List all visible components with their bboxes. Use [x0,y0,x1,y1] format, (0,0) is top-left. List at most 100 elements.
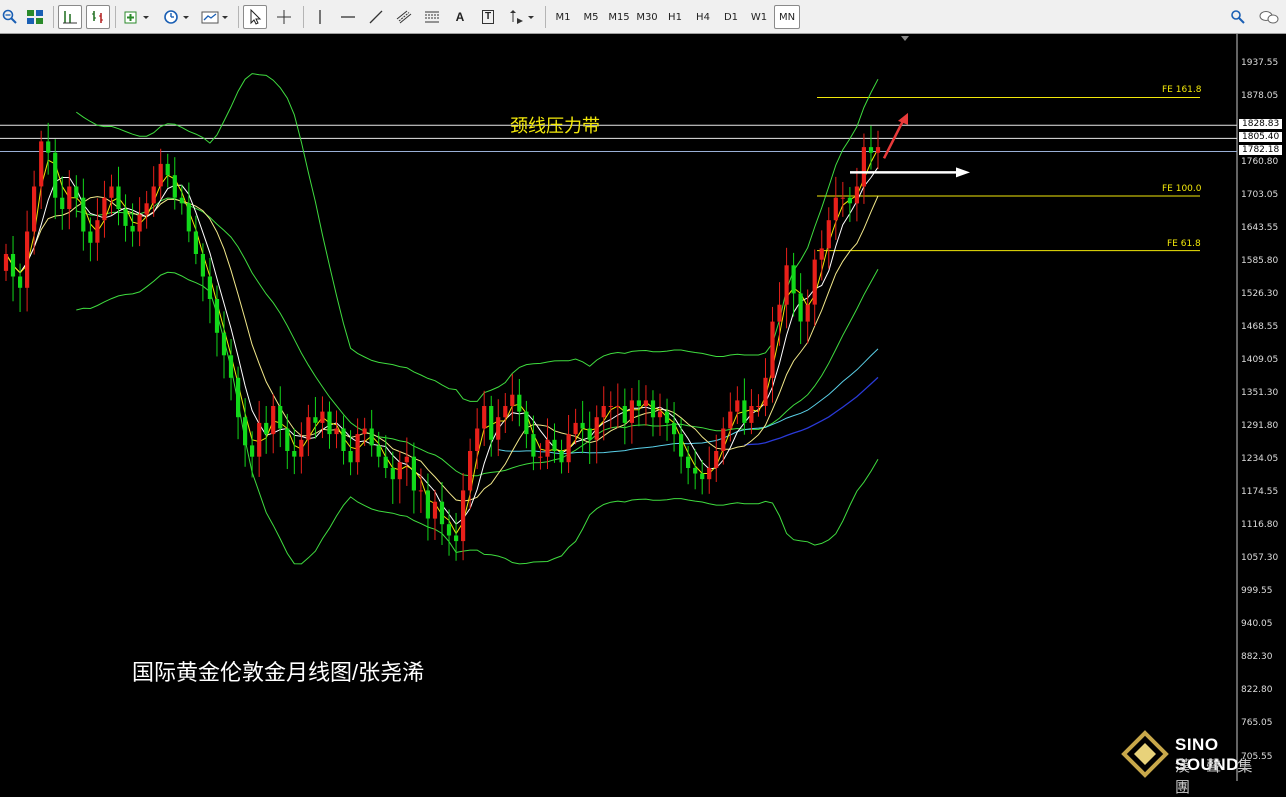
timeframe-h1-button[interactable]: H1 [662,5,688,29]
price-axis-label: 940.05 [1241,619,1273,630]
candle-body [264,422,269,435]
candle-body [791,265,796,294]
candle-body [650,400,656,418]
candle-body [587,428,592,440]
candle-body [292,451,297,457]
candle-body [3,254,9,271]
candle-body [341,428,346,451]
candle-body [200,254,205,277]
chat-icon[interactable] [1256,5,1282,29]
candle-body [271,406,276,435]
price-axis-label: 1703.05 [1241,190,1279,200]
candle-body [130,225,135,232]
template-icon[interactable] [198,5,232,29]
candle-body [383,456,388,468]
candle-body [636,400,641,406]
candle-body [826,220,831,249]
bar-chart-icon[interactable] [86,5,110,29]
candle-body [285,428,290,451]
text-label-glyph: T [481,10,495,24]
trend-line-icon[interactable] [364,5,388,29]
line-chart-icon[interactable] [58,5,82,29]
candle-body [348,451,353,463]
candle-body [53,152,58,198]
horizontal-line-icon[interactable] [336,5,360,29]
candle-body [482,406,487,429]
crosshair-icon[interactable] [272,5,296,29]
equidistant-channel-icon[interactable] [392,5,416,29]
price-axis-label: 1057.30 [1241,553,1279,564]
toolbar-separator [53,6,54,28]
ma-mid-line [5,195,879,502]
toolbar-separator [238,6,239,28]
price-axis-label: 999.55 [1241,586,1273,596]
candle-body [566,434,571,463]
candle-body [306,417,311,440]
candle-body [439,501,445,525]
candle-body [390,467,395,480]
price-level-box: 1782.18 [1239,145,1283,156]
candle-body [186,203,191,232]
price-axis-label: 765.05 [1241,718,1273,728]
timeframe-m5-button[interactable]: M5 [578,5,604,29]
timeframe-m1-button[interactable]: M1 [550,5,576,29]
candle-body [116,186,121,209]
candle-body [32,186,37,232]
timeframe-d1-button[interactable]: D1 [718,5,744,29]
candle-body [461,490,466,542]
candle-body [770,321,775,378]
vertical-line-icon[interactable] [308,5,332,29]
candle-body [278,406,283,429]
price-axis-label: 1937.55 [1241,58,1279,68]
price-axis-label: 1585.80 [1241,256,1279,266]
candle-body [95,220,100,243]
diamond-logo-icon [1121,730,1169,778]
arrow-tools-icon[interactable] [504,5,538,29]
candle-body [749,406,754,423]
candle-body [320,411,325,423]
candle-body [468,451,473,491]
price-level-box: 1828.83 [1239,119,1283,130]
candle-body [573,422,578,435]
clock-icon[interactable] [160,5,194,29]
candle-body [362,428,367,435]
timeframe-w1-button[interactable]: W1 [746,5,772,29]
timeframe-h4-button[interactable]: H4 [690,5,716,29]
candle-body [207,276,212,299]
candle-body [257,422,262,457]
text-icon[interactable]: A [448,5,472,29]
zoom-out-icon[interactable] [0,5,20,29]
tile-windows-icon[interactable] [24,5,46,29]
candle-body [137,214,142,232]
candle-body [81,197,86,232]
timeframe-mn-button[interactable]: MN [774,5,800,29]
brand-name-cn: 漢 聲 集 團 [1175,758,1259,796]
fibonacci-icon[interactable] [420,5,444,29]
candle-body [672,422,677,435]
candle-body [397,462,402,480]
candle-body [538,456,543,458]
candle-body [847,197,852,204]
search-icon[interactable] [1228,5,1248,29]
chart-shift-marker [901,36,909,41]
fibonacci-level-label: FE 61.8 [1167,238,1201,249]
price-axis-label: 1878.05 [1241,91,1279,102]
timeframe-m15-button[interactable]: M15 [606,5,632,29]
candle-body [404,456,409,463]
candle-body [432,501,438,519]
candle-body [193,231,198,254]
toolbar-separator [303,6,304,28]
candle-body [221,332,227,356]
text-label-icon[interactable]: T [476,5,500,29]
horizontal-arrow-head [956,167,970,178]
candle-body [74,186,79,198]
candle-body [728,411,733,429]
candle-body [123,209,128,226]
cursor-icon[interactable] [243,5,267,29]
new-order-icon[interactable] [120,5,154,29]
candle-body [510,394,515,406]
timeframe-m30-button[interactable]: M30 [634,5,660,29]
candle-body [10,254,16,277]
candle-body [875,147,881,153]
candle-body [46,141,51,153]
